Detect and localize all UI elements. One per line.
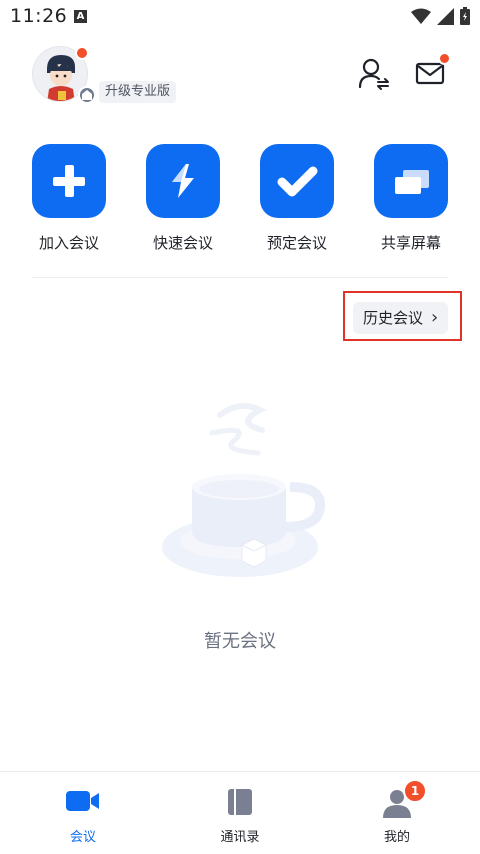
profile-avatar[interactable] xyxy=(32,46,96,104)
history-meetings-label: 历史会议 xyxy=(363,309,424,327)
join-meeting-button[interactable]: 加入会议 xyxy=(24,144,114,253)
chevron-right-icon: › xyxy=(431,307,439,328)
mail-icon[interactable] xyxy=(413,52,451,90)
mail-notification-dot xyxy=(438,52,451,65)
plus-icon xyxy=(32,144,106,218)
avatar-notification-dot xyxy=(75,46,89,60)
status-bar: 11:26 A xyxy=(0,0,480,34)
bottom-tab-bar: 会议 通讯录 1 我的 xyxy=(0,771,480,854)
contacts-book-icon xyxy=(226,788,254,820)
tab-meetings[interactable]: 会议 xyxy=(23,772,143,854)
tab-contacts-label: 通讯录 xyxy=(220,830,260,845)
schedule-meeting-label: 预定会议 xyxy=(266,234,327,252)
quick-meeting-button[interactable]: 快速会议 xyxy=(138,144,228,253)
cellular-signal-icon xyxy=(437,7,454,25)
empty-state-text: 暂无会议 xyxy=(204,631,276,652)
check-icon xyxy=(260,144,334,218)
history-meetings-button[interactable]: 历史会议 › xyxy=(353,302,449,334)
empty-cup-icon xyxy=(150,395,330,595)
quick-actions: 加入会议 快速会议 预定会议 共享屏幕 xyxy=(0,144,480,254)
share-screen-button[interactable]: 共享屏幕 xyxy=(366,144,456,253)
join-meeting-label: 加入会议 xyxy=(38,234,99,252)
wifi-icon xyxy=(411,8,431,24)
schedule-meeting-button[interactable]: 预定会议 xyxy=(252,144,342,253)
status-icons xyxy=(411,7,470,25)
home-badge-icon xyxy=(78,86,96,104)
profile-notification-badge: 1 xyxy=(403,779,427,803)
quick-meeting-label: 快速会议 xyxy=(152,234,213,252)
notification-a-icon: A xyxy=(74,10,87,23)
user-switch-icon[interactable] xyxy=(357,56,391,90)
tab-profile[interactable]: 1 我的 xyxy=(337,772,457,854)
divider xyxy=(32,277,448,278)
tab-profile-label: 我的 xyxy=(383,830,410,845)
video-camera-icon xyxy=(65,788,101,818)
tab-meetings-label: 会议 xyxy=(69,830,96,845)
upgrade-pro-button[interactable]: 升级专业版 xyxy=(99,81,177,103)
lightning-icon xyxy=(146,144,220,218)
share-screen-label: 共享屏幕 xyxy=(380,234,441,252)
tab-contacts[interactable]: 通讯录 xyxy=(180,772,300,854)
status-time: 11:26 xyxy=(10,5,68,27)
battery-icon xyxy=(460,7,470,25)
share-screen-icon xyxy=(374,144,448,218)
